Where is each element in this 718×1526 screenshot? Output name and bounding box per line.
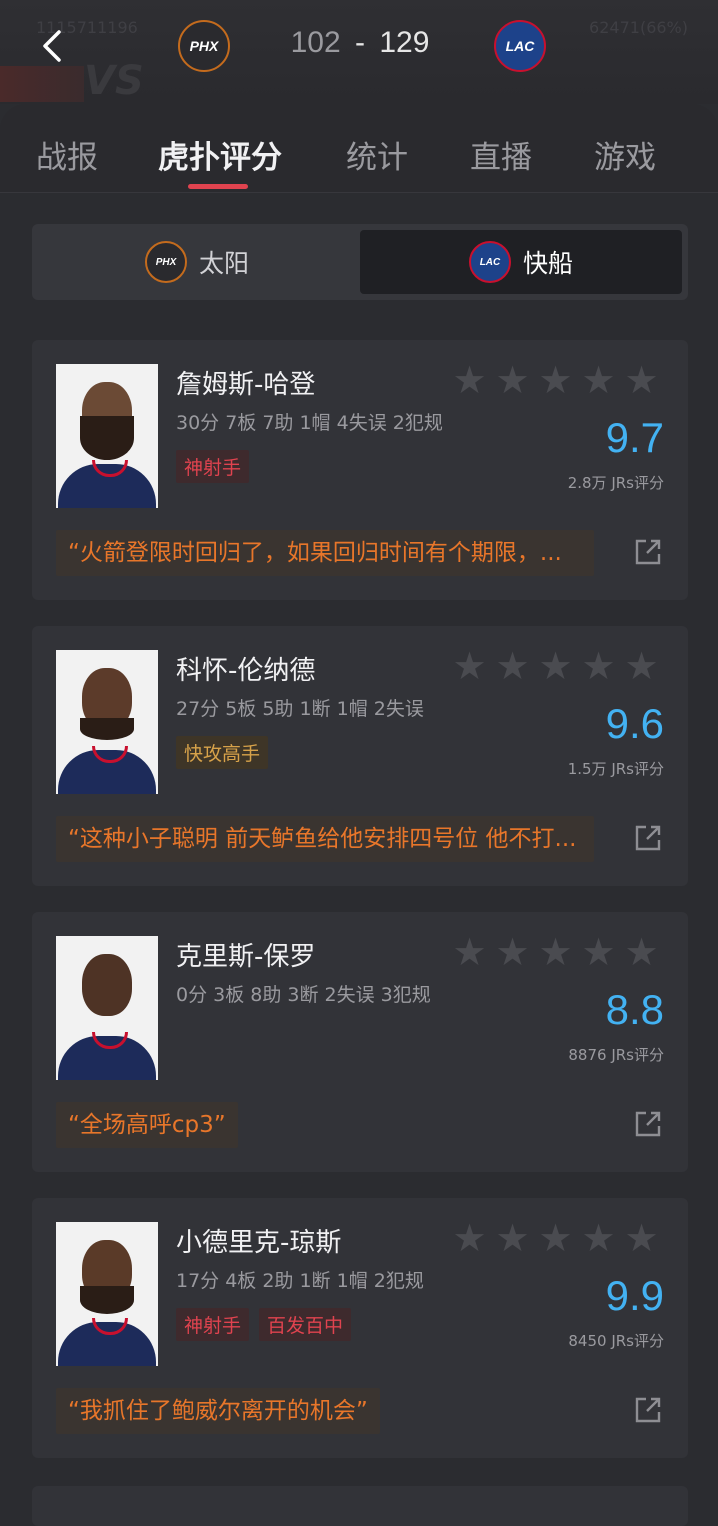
rating-stars[interactable]: ★ ★ ★ ★ ★ — [451, 647, 660, 685]
chevron-left-icon — [43, 30, 61, 62]
top-comment[interactable]: “全场高呼cp3” — [56, 1102, 238, 1148]
player-stats: 27分 5板 5助 1断 1帽 2失误 — [176, 698, 424, 720]
player-tags: 快攻高手 — [176, 736, 269, 769]
suns-logo[interactable]: PHX — [178, 20, 230, 72]
top-comment[interactable]: “我抓住了鲍威尔离开的机会” — [56, 1388, 380, 1434]
player-card[interactable]: 克里斯-保罗 0分 3板 8助 3断 2失误 3犯规 ★ ★ ★ ★ ★ 8.8… — [32, 912, 688, 1172]
vs-watermark: VS — [84, 58, 144, 104]
rating-stars[interactable]: ★ ★ ★ ★ ★ — [451, 933, 660, 971]
team-button-suns[interactable]: PHX 太阳 — [36, 230, 358, 294]
rating-count: 1.5万 JRs评分 — [567, 760, 664, 778]
share-icon[interactable] — [634, 824, 662, 852]
star-icon[interactable]: ★ — [537, 933, 574, 971]
team-label-suns: 太阳 — [198, 249, 249, 278]
player-name: 小德里克-琼斯 — [176, 1228, 342, 1258]
header-decoration — [0, 66, 84, 102]
star-icon[interactable]: ★ — [537, 1219, 574, 1257]
team-label-clippers: 快船 — [522, 249, 573, 278]
star-icon[interactable]: ★ — [537, 647, 574, 685]
player-tag: 快攻高手 — [176, 736, 269, 769]
top-comment[interactable]: “火箭登限时回归了，如果回归时间有个期限，... — [56, 530, 594, 576]
player-rating: 9.7 — [605, 414, 664, 461]
star-icon[interactable]: ★ — [580, 1219, 617, 1257]
star-icon[interactable]: ★ — [451, 933, 488, 971]
player-rating: 8.8 — [605, 986, 664, 1033]
player-tags: 神射手 百发百中 — [176, 1308, 352, 1341]
share-icon[interactable] — [634, 1110, 662, 1138]
tab-game[interactable]: 游戏 — [594, 132, 656, 177]
tab-report[interactable]: 战报 — [36, 132, 98, 177]
player-rating: 9.9 — [605, 1272, 664, 1319]
home-score: 102 — [290, 26, 341, 59]
away-score: 129 — [379, 26, 430, 59]
player-name: 克里斯-保罗 — [176, 942, 316, 972]
star-icon[interactable]: ★ — [623, 361, 660, 399]
star-icon[interactable]: ★ — [494, 1219, 531, 1257]
rating-count: 2.8万 JRs评分 — [567, 474, 664, 492]
clippers-mini-logo: LAC — [468, 241, 511, 283]
player-card[interactable]: 詹姆斯-哈登 30分 7板 7助 1帽 4失误 2犯规 神射手 ★ ★ ★ ★ … — [32, 340, 688, 600]
score-separator: - — [355, 26, 365, 59]
score: 102 - 129 — [260, 26, 460, 60]
star-icon[interactable]: ★ — [623, 1219, 660, 1257]
team-button-clippers[interactable]: LAC 快船 — [360, 230, 682, 294]
star-icon[interactable]: ★ — [623, 933, 660, 971]
player-photo — [56, 650, 158, 794]
rating-stars[interactable]: ★ ★ ★ ★ ★ — [451, 361, 660, 399]
top-comment[interactable]: “这种小子聪明 前天鲈鱼给他安排四号位 他不打... — [56, 816, 594, 862]
clippers-logo[interactable]: LAC — [494, 20, 546, 72]
share-icon[interactable] — [634, 1396, 662, 1424]
tab-bar: 战报 虎扑评分 统计 直播 游戏 — [0, 104, 718, 193]
player-card[interactable]: 小德里克-琼斯 17分 4板 2助 1断 1帽 2犯规 神射手 百发百中 ★ ★… — [32, 1198, 688, 1458]
star-icon[interactable]: ★ — [494, 361, 531, 399]
active-tab-indicator — [188, 184, 248, 189]
player-stats: 0分 3板 8助 3断 2失误 3犯规 — [176, 984, 431, 1006]
star-icon[interactable]: ★ — [451, 647, 488, 685]
player-tag: 百发百中 — [259, 1308, 352, 1341]
player-name: 詹姆斯-哈登 — [176, 370, 316, 400]
star-icon[interactable]: ★ — [451, 361, 488, 399]
star-icon[interactable]: ★ — [623, 647, 660, 685]
tab-hupu-rating[interactable]: 虎扑评分 — [158, 132, 282, 177]
star-icon[interactable]: ★ — [580, 933, 617, 971]
tab-stats[interactable]: 统计 — [346, 132, 408, 177]
back-button[interactable] — [34, 26, 70, 66]
star-icon[interactable]: ★ — [494, 933, 531, 971]
star-icon[interactable]: ★ — [580, 361, 617, 399]
star-icon[interactable]: ★ — [537, 361, 574, 399]
tab-live[interactable]: 直播 — [470, 132, 532, 177]
player-tag: 神射手 — [176, 1308, 250, 1341]
player-rating: 9.6 — [605, 700, 664, 747]
star-icon[interactable]: ★ — [451, 1219, 488, 1257]
player-name: 科怀-伦纳德 — [176, 656, 316, 686]
rating-count: 8876 JRs评分 — [568, 1046, 664, 1064]
away-support-count: 62471(66%) — [589, 18, 688, 37]
share-icon[interactable] — [634, 538, 662, 566]
game-header: 1115711196 62471(66%) VS PHX 102 - 129 L… — [0, 0, 718, 104]
player-tag: 神射手 — [176, 450, 250, 483]
rating-count: 8450 JRs评分 — [568, 1332, 664, 1350]
star-icon[interactable]: ★ — [494, 647, 531, 685]
player-stats: 17分 4板 2助 1断 1帽 2犯规 — [176, 1270, 424, 1292]
player-photo — [56, 936, 158, 1080]
player-stats: 30分 7板 7助 1帽 4失误 2犯规 — [176, 412, 443, 434]
player-card[interactable]: 科怀-伦纳德 27分 5板 5助 1断 1帽 2失误 快攻高手 ★ ★ ★ ★ … — [32, 626, 688, 886]
star-icon[interactable]: ★ — [580, 647, 617, 685]
player-photo — [56, 364, 158, 508]
rating-stars[interactable]: ★ ★ ★ ★ ★ — [451, 1219, 660, 1257]
player-tags: 神射手 — [176, 450, 250, 483]
player-photo — [56, 1222, 158, 1366]
player-card-partial[interactable] — [32, 1486, 688, 1526]
suns-mini-logo: PHX — [144, 241, 187, 283]
team-switcher: PHX 太阳 LAC 快船 — [32, 224, 688, 300]
